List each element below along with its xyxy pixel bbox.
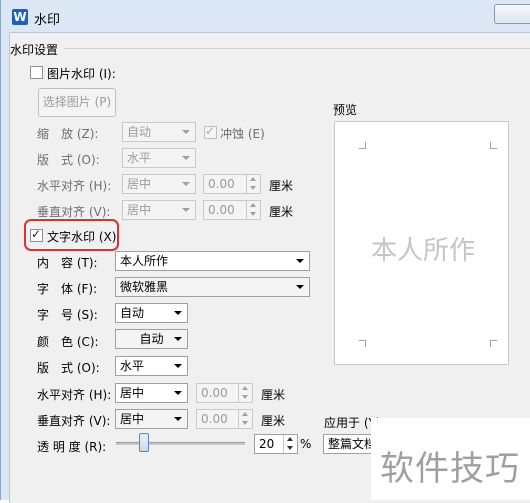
color-select[interactable]: 自动: [115, 329, 188, 349]
page-corner-mark: [490, 142, 497, 149]
dialog-title: 水印: [34, 13, 61, 28]
transparency-slider-handle[interactable]: [139, 433, 149, 452]
spinner-arrows-icon[interactable]: [246, 201, 260, 219]
text-watermark-label: 文字水印 (X): [47, 230, 117, 244]
page-corner-mark: [490, 340, 497, 347]
text-halign-select[interactable]: 居中: [115, 383, 188, 403]
picture-valign-label: 垂直对齐 (V):: [37, 205, 111, 219]
chevron-down-icon: [174, 311, 182, 315]
preview-watermark-text: 本人所作: [371, 236, 476, 266]
font-label: 字 体 (F):: [37, 282, 98, 296]
transparency-slider-track[interactable]: [116, 442, 245, 445]
picture-scale-value: 自动: [127, 125, 152, 139]
chevron-down-icon: [174, 417, 182, 421]
text-layout-value: 水平: [120, 359, 145, 373]
chevron-down-icon: [182, 156, 190, 160]
picture-valign-offset[interactable]: 0.00: [203, 200, 261, 220]
spinner-arrows-icon[interactable]: [246, 175, 260, 193]
text-valign-offset[interactable]: 0.00: [196, 409, 253, 429]
chevron-down-icon: [296, 285, 304, 289]
text-valign-unit: 厘米: [261, 414, 286, 428]
text-layout-select[interactable]: 水平: [115, 356, 188, 376]
size-label: 字 号 (S):: [37, 308, 98, 322]
preview-pane: 本人所作: [334, 121, 509, 365]
content-select[interactable]: 本人所作: [115, 251, 310, 271]
page-corner-mark: [359, 142, 366, 149]
apply-to-value: 整篇文档: [328, 437, 377, 451]
washout-checkbox[interactable]: [204, 124, 217, 139]
picture-valign-select[interactable]: 居中: [122, 200, 196, 220]
chevron-down-icon: [182, 208, 190, 212]
picture-halign-value: 居中: [127, 177, 152, 191]
content-label: 内 容 (T):: [37, 256, 98, 270]
text-layout-label: 版 式 (O):: [37, 361, 100, 375]
transparency-unit: %: [300, 437, 312, 451]
text-halign-offset[interactable]: 0.00: [196, 383, 253, 403]
chevron-down-icon: [174, 391, 182, 395]
transparency-label: 透 明 度 (R):: [37, 440, 107, 454]
picture-scale-label: 缩 放 (Z):: [37, 127, 99, 141]
chevron-down-icon: [174, 337, 182, 341]
overlay-watermark-text: 软件技巧: [380, 449, 520, 489]
spinner-arrows-icon[interactable]: [238, 384, 252, 402]
page-corner-mark: [359, 340, 366, 347]
text-valign-select[interactable]: 居中: [115, 409, 188, 429]
text-halign-unit: 厘米: [261, 388, 286, 402]
group-label: 水印设置: [10, 43, 59, 57]
picture-halign-label: 水平对齐 (H):: [37, 179, 112, 193]
size-select[interactable]: 自动: [115, 303, 188, 323]
picture-halign-unit: 厘米: [269, 179, 294, 193]
picture-valign-unit: 厘米: [269, 205, 294, 219]
picture-valign-value: 居中: [127, 203, 152, 217]
font-value: 微软雅黑: [120, 280, 169, 294]
size-value: 自动: [120, 306, 145, 320]
picture-watermark-checkbox[interactable]: [30, 66, 43, 79]
group-divider: [64, 48, 530, 49]
text-valign-offset-value: 0.00: [201, 412, 228, 426]
wps-logo-icon: W: [12, 9, 28, 25]
text-valign-value: 居中: [120, 412, 145, 426]
text-watermark-checkbox[interactable]: [30, 227, 43, 242]
text-halign-offset-value: 0.00: [201, 386, 228, 400]
chevron-down-icon: [174, 364, 182, 368]
color-value: 自动: [139, 332, 164, 346]
chevron-down-icon: [182, 130, 190, 134]
font-select[interactable]: 微软雅黑: [115, 277, 310, 297]
picture-layout-value: 水平: [127, 151, 152, 165]
picture-scale-select[interactable]: 自动: [122, 122, 196, 142]
text-halign-value: 居中: [120, 386, 145, 400]
text-valign-label: 垂直对齐 (V):: [37, 414, 111, 428]
picture-watermark-label: 图片水印 (I):: [47, 67, 116, 81]
washout-label: 冲蚀 (E): [220, 127, 265, 141]
picture-halign-offset[interactable]: 0.00: [203, 174, 261, 194]
transparency-spinner[interactable]: 20: [254, 434, 298, 454]
picture-layout-select[interactable]: 水平: [122, 148, 196, 168]
picture-halign-offset-value: 0.00: [208, 177, 235, 191]
preview-label: 预览: [333, 103, 358, 117]
select-picture-button[interactable]: 选择图片 (P): [38, 88, 116, 117]
picture-valign-offset-value: 0.00: [208, 203, 235, 217]
spinner-arrows-icon[interactable]: [283, 435, 297, 453]
close-button[interactable]: [494, 4, 530, 24]
spinner-arrows-icon[interactable]: [238, 410, 252, 428]
picture-halign-select[interactable]: 居中: [122, 174, 196, 194]
picture-layout-label: 版 式 (O):: [37, 153, 100, 167]
chevron-down-icon: [182, 182, 190, 186]
title-bar: W 水印: [1, 0, 530, 32]
content-value: 本人所作: [120, 254, 169, 268]
text-halign-label: 水平对齐 (H):: [37, 388, 112, 402]
chevron-down-icon: [296, 259, 304, 263]
transparency-value: 20: [259, 437, 275, 451]
color-label: 颜 色 (C):: [37, 335, 99, 349]
